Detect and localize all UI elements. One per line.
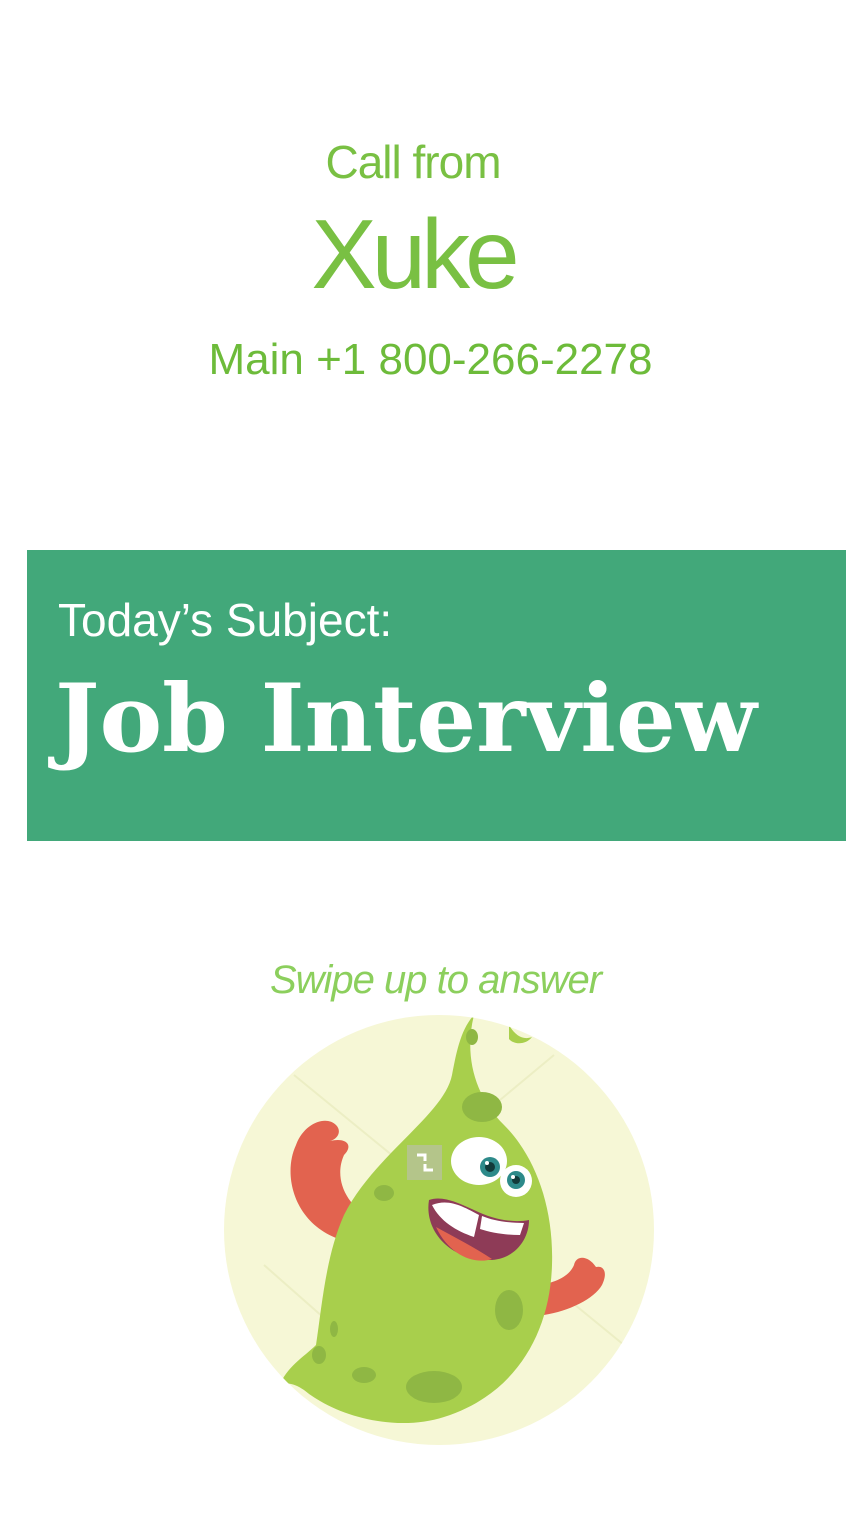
caller-number: Main +1 800-266-2278: [208, 335, 653, 384]
green-monster-avatar-icon: [224, 1015, 654, 1445]
subject-label: Today’s Subject:: [58, 594, 393, 646]
swipe-hint: Swipe up to answer: [269, 958, 602, 1002]
subject-title: Job Interview: [55, 664, 757, 774]
answer-avatar-button[interactable]: [224, 1015, 654, 1445]
caller-name: Xuke: [311, 199, 519, 309]
subject-banner: Today’s Subject: Job Interview: [27, 550, 846, 841]
call-from-label: Call from: [325, 136, 501, 188]
